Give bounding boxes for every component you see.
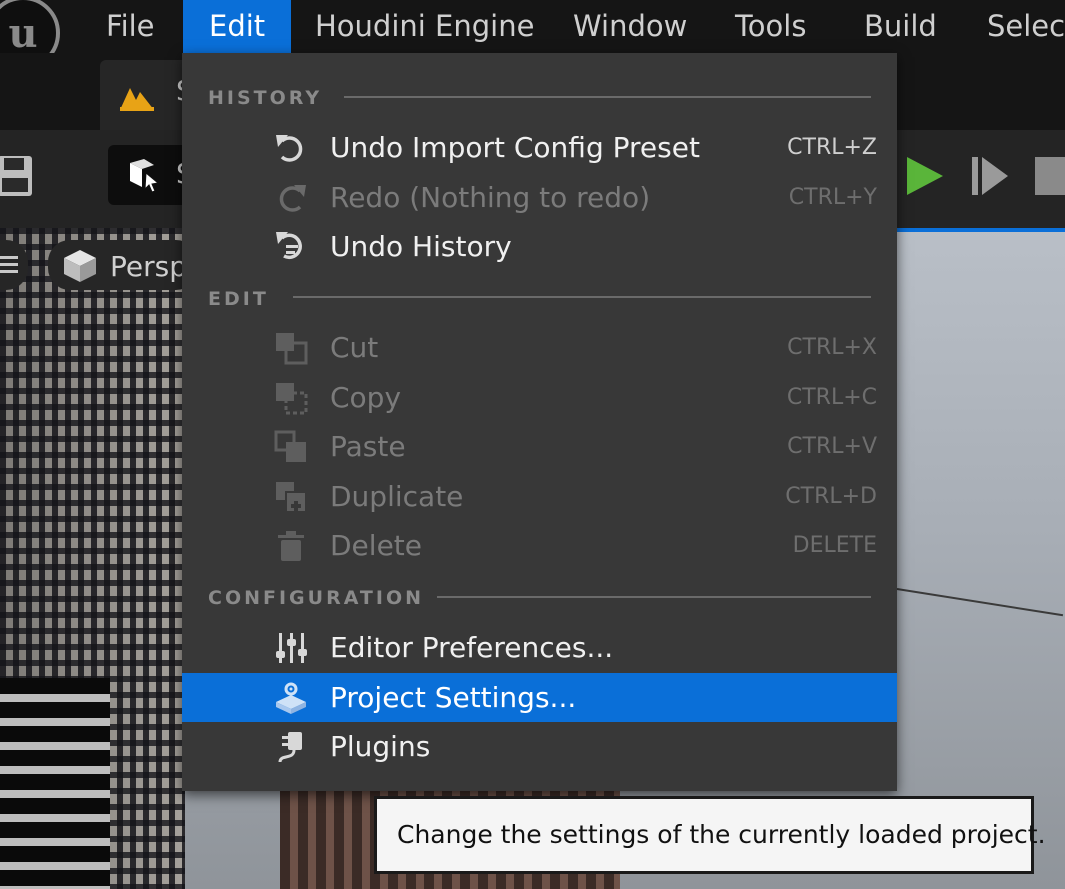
section-header-configuration: CONFIGURATION bbox=[208, 587, 425, 609]
menu-entry-label: Undo Import Config Preset bbox=[330, 131, 700, 164]
undo-history-icon bbox=[276, 232, 302, 260]
menu-entry-label: Plugins bbox=[330, 730, 431, 763]
menu-entry-undo-history[interactable]: Undo History bbox=[182, 222, 897, 271]
menu-entry-label: Redo (Nothing to redo) bbox=[330, 181, 651, 214]
menu-entry-project-settings[interactable]: Project Settings... bbox=[182, 673, 897, 722]
menu-entry-undo[interactable]: Undo Import Config Preset CTRL+Z bbox=[182, 123, 897, 172]
sliders-icon bbox=[276, 633, 307, 663]
section-header-edit: EDIT bbox=[208, 288, 269, 310]
level-icon bbox=[120, 88, 154, 111]
menu-entry-label: Delete bbox=[330, 529, 422, 562]
menu-entry-shortcut: CTRL+V bbox=[787, 434, 877, 459]
cube-icon bbox=[64, 250, 96, 282]
cut-icon bbox=[276, 333, 308, 365]
menu-file[interactable]: File bbox=[80, 0, 181, 53]
menu-window[interactable]: Window bbox=[547, 0, 713, 53]
section-divider bbox=[293, 296, 871, 298]
tooltip: Change the settings of the currently loa… bbox=[374, 796, 1046, 874]
menu-entry-shortcut: CTRL+D bbox=[785, 484, 877, 509]
menu-build[interactable]: Build bbox=[838, 0, 963, 53]
menu-edit[interactable]: Edit bbox=[183, 0, 292, 53]
menu-entry-shortcut: CTRL+Y bbox=[788, 185, 877, 210]
duplicate-icon bbox=[276, 482, 307, 513]
menu-entry-shortcut: DELETE bbox=[792, 533, 877, 558]
menu-entry-redo[interactable]: Redo (Nothing to redo) CTRL+Y bbox=[182, 173, 897, 222]
menu-entry-shortcut: CTRL+C bbox=[786, 385, 877, 410]
menu-entry-label: Duplicate bbox=[330, 480, 464, 513]
hamburger-icon bbox=[0, 256, 18, 273]
trash-icon bbox=[278, 531, 304, 561]
menu-entry-delete[interactable]: Delete DELETE bbox=[182, 521, 897, 570]
section-divider bbox=[437, 596, 871, 598]
menu-houdini-engine[interactable]: Houdini Engine bbox=[289, 0, 560, 53]
menu-entry-label: Paste bbox=[330, 430, 406, 463]
menu-entry-duplicate[interactable]: Duplicate CTRL+D bbox=[182, 472, 897, 521]
tooltip-text: Change the settings of the currently loa… bbox=[397, 820, 1046, 849]
perspective-view-button[interactable]: Persp bbox=[48, 240, 198, 290]
selection-mode-button[interactable]: S bbox=[108, 145, 194, 205]
stop-icon[interactable] bbox=[1035, 157, 1065, 195]
redo-icon bbox=[279, 185, 306, 212]
section-header-history: HISTORY bbox=[208, 87, 323, 109]
scene-cable bbox=[896, 588, 1064, 617]
plug-icon bbox=[278, 732, 302, 763]
viewport-selection-border bbox=[897, 228, 1065, 232]
menu-entry-cut[interactable]: Cut CTRL+X bbox=[182, 323, 897, 372]
menu-entry-shortcut: CTRL+Z bbox=[787, 135, 877, 160]
edit-menu-dropdown: HISTORY Undo Import Config Preset CTRL+Z… bbox=[182, 53, 897, 791]
menu-entry-label: Cut bbox=[330, 331, 379, 364]
advance-frame-icon[interactable] bbox=[970, 155, 1010, 197]
section-divider bbox=[344, 96, 871, 98]
menu-entry-copy[interactable]: Copy CTRL+C bbox=[182, 373, 897, 422]
select-mode-icon bbox=[130, 159, 160, 193]
menu-entry-label: Project Settings... bbox=[330, 681, 577, 714]
play-icon[interactable] bbox=[905, 155, 945, 197]
menu-entry-label: Copy bbox=[330, 381, 402, 414]
paste-icon bbox=[274, 430, 306, 462]
menu-entry-shortcut: CTRL+X bbox=[787, 335, 877, 360]
save-icon[interactable] bbox=[0, 154, 36, 198]
undo-icon bbox=[276, 135, 303, 162]
building-scenery-lower bbox=[0, 678, 110, 889]
menu-entry-editor-preferences[interactable]: Editor Preferences... bbox=[182, 623, 897, 672]
menu-tools[interactable]: Tools bbox=[709, 0, 832, 53]
menu-entry-label: Editor Preferences... bbox=[330, 631, 614, 664]
menu-bar: u File Edit Houdini Engine Window Tools … bbox=[0, 0, 1065, 70]
menu-select[interactable]: Select bbox=[961, 0, 1065, 53]
menu-entry-paste[interactable]: Paste CTRL+V bbox=[182, 422, 897, 471]
perspective-view-label: Persp bbox=[110, 250, 187, 283]
copy-icon bbox=[276, 383, 308, 415]
menu-entry-plugins[interactable]: Plugins bbox=[182, 722, 897, 771]
project-settings-icon bbox=[276, 682, 306, 714]
menu-entry-label: Undo History bbox=[330, 230, 512, 263]
